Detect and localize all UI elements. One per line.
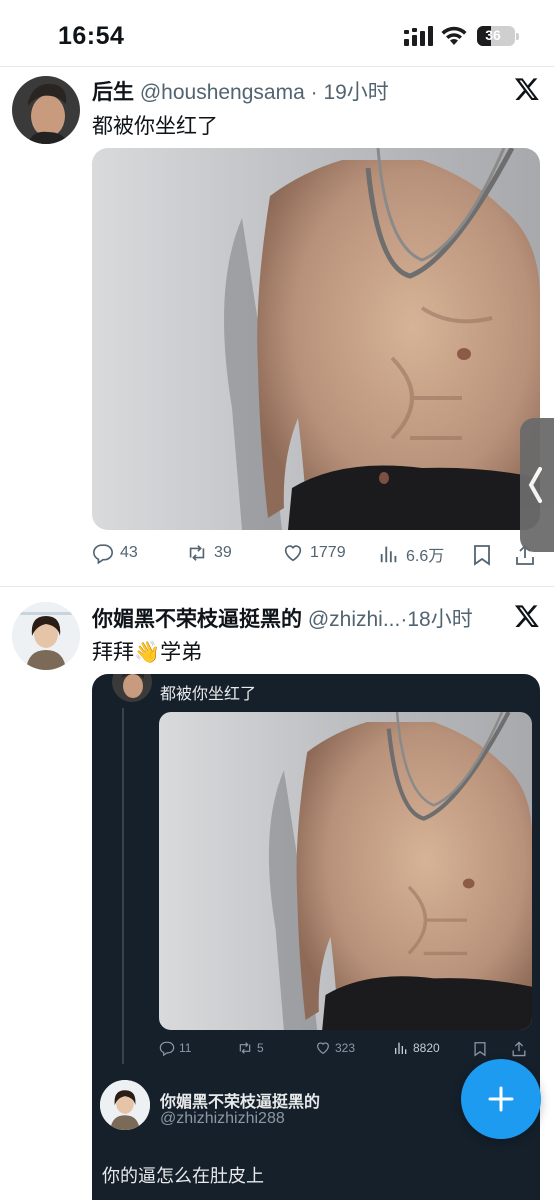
like-button[interactable]: 1779 [282,542,346,564]
reply-count: 43 [120,544,138,561]
avatar-photo [12,76,80,144]
retweet-icon [239,1042,251,1054]
like-count: 1779 [310,544,346,561]
views-icon [380,546,397,563]
tweet-image[interactable] [92,148,540,530]
quoted-image [159,712,532,1030]
quoted-views-count: 8820 [413,1041,440,1055]
quoted-like: 323 [315,1040,355,1056]
dot-separator: · [304,81,324,104]
photo-torso [92,148,540,530]
avatar[interactable] [12,76,80,144]
retweet-count: 39 [214,544,232,561]
bookmark-icon [474,1042,486,1057]
tweet-text: 都被你坐红了 [92,115,218,138]
avatar[interactable] [12,602,80,670]
battery-percent: 36 [485,27,501,43]
reply-handle: @zhizhizhizhi288 [160,1110,285,1127]
photo-torso [159,712,532,1030]
quoted-retweet-count: 5 [257,1041,264,1055]
quoted-views: 8820 [393,1040,440,1056]
views-icon [395,1042,407,1054]
display-name[interactable]: 你媚黑不荣枝逼挺黑的 [92,608,302,631]
views-count: 6.6万 [406,548,445,565]
plus-icon [488,1086,514,1112]
divider [0,586,554,587]
status-time: 16:54 [58,22,125,50]
handle[interactable]: @houshengsama [140,81,305,104]
retweet-icon [189,545,205,561]
heart-icon [317,1042,329,1055]
quoted-retweet: 5 [237,1040,264,1056]
compose-button[interactable] [461,1059,541,1139]
divider [0,66,554,67]
thread-line [122,708,124,1064]
x-logo-icon [514,605,539,628]
reply-icon [159,1041,175,1056]
quoted-avatar [112,674,152,702]
side-panel-handle[interactable] [520,418,554,552]
reply-text: 你的逼怎么在肚皮上 [102,1166,264,1186]
display-name[interactable]: 后生 [92,81,134,104]
reply-avatar [100,1080,150,1130]
wifi-icon [441,26,467,45]
quoted-like-count: 323 [335,1041,356,1055]
timestamp[interactable]: 19小时 [323,81,388,104]
bookmark-icon[interactable] [472,544,492,566]
tweet-text: 拜拜👋学弟 [92,641,203,664]
retweet-button[interactable]: 39 [186,542,232,564]
heart-icon [284,545,302,562]
reply-icon [93,544,113,564]
timestamp[interactable]: 18小时 [407,608,472,631]
reply-display-name: 你媚黑不荣枝逼挺黑的 [160,1094,321,1111]
share-icon [512,1041,526,1057]
views-button[interactable]: 6.6万 [378,542,444,566]
cellular-signal-icon [404,26,433,46]
quoted-actions: 11 5 323 8820 [159,1040,532,1060]
battery-icon: 36 [477,26,519,46]
status-bar: 16:54 36 [0,0,554,66]
x-logo-icon [514,78,539,101]
avatar-photo [12,602,80,670]
tweet-actions: 43 39 1779 6.6万 [92,542,540,570]
chevron-left-icon [528,467,542,503]
reply-button[interactable]: 43 [92,542,138,564]
quoted-reply-count: 11 [179,1041,192,1055]
handle[interactable]: @zhizhi... [308,608,401,631]
quoted-reply: 11 [159,1040,191,1056]
quoted-text: 都被你坐红了 [160,686,257,703]
